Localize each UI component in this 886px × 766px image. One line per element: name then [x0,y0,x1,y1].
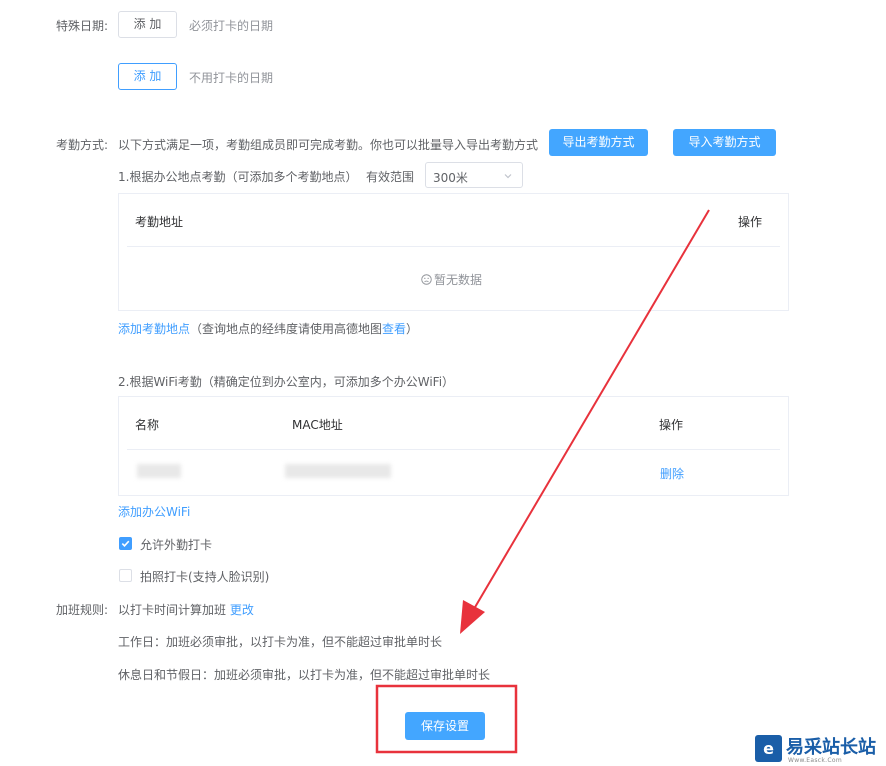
wifi-mac-redacted [285,464,391,478]
office-location-table: 考勤地址 操作 暂无数据 [118,193,789,311]
wifi-title: 2.根据WiFi考勤（精确定位到办公室内，可添加多个办公WiFi） [118,375,455,389]
table-divider [127,449,780,450]
delete-wifi-link[interactable]: 删除 [660,465,684,482]
export-attendance-button[interactable]: 导出考勤方式 [549,129,648,156]
col-address-header: 考勤地址 [135,215,184,229]
special-dates-label: 特殊日期: [56,19,109,33]
required-date-hint: 必须打卡的日期 [189,19,274,33]
photo-punch-label[interactable]: 拍照打卡(支持人脸识别) [140,568,269,585]
overtime-rule: 以打卡时间计算加班 更改 [118,601,254,618]
amap-view-link[interactable]: 查看 [382,322,406,336]
range-label: 有效范围 [366,170,415,184]
col-name-header: 名称 [135,418,160,432]
holiday-rule: 休息日和节假日：加班必须审批，以打卡为准，但不能超过审批单时长 [118,668,491,682]
change-overtime-link[interactable]: 更改 [230,603,254,617]
range-select-value: 300米 [433,171,468,185]
wifi-name-redacted [137,464,181,478]
amap-hint-suffix: ） [406,322,419,336]
add-location-link[interactable]: 添加考勤地点 [118,322,190,336]
watermark-text: 易采站长站 [786,737,876,758]
annotation-arrow-head [460,600,485,634]
exempt-date-hint: 不用打卡的日期 [189,71,274,85]
check-icon [121,540,130,547]
add-required-date-button[interactable]: 添 加 [118,11,177,38]
overtime-rule-text: 以打卡时间计算加班 [118,603,227,617]
workday-rule: 工作日：加班必须审批，以打卡为准，但不能超过审批单时长 [118,635,443,649]
col-action-header: 操作 [738,215,763,229]
overtime-label: 加班规则: [56,603,109,617]
office-location-footer: 添加考勤地点（查询地点的经纬度请使用高德地图查看） [118,320,418,337]
allow-outside-label[interactable]: 允许外勤打卡 [140,536,212,553]
range-select[interactable]: 300米 [425,162,523,188]
attendance-method-description: 以下方式满足一项，考勤组成员即可完成考勤。你也可以批量导入导出考勤方式 [118,138,539,152]
import-attendance-button[interactable]: 导入考勤方式 [673,129,776,156]
wifi-table: 名称 MAC地址 操作 删除 [118,396,789,496]
watermark-sub: Www.Easck.Com [788,757,842,764]
office-location-title: 1.根据办公地点考勤（可添加多个考勤地点） [118,170,358,184]
allow-outside-checkbox[interactable] [119,537,132,550]
col-action-header: 操作 [659,418,684,432]
add-wifi-link[interactable]: 添加办公WiFi [118,503,190,520]
save-settings-button[interactable]: 保存设置 [405,712,485,740]
attendance-method-label: 考勤方式: [56,138,109,152]
table-divider [127,246,780,247]
empty-data-text: 暂无数据 [434,273,483,287]
amap-hint-prefix: （查询地点的经纬度请使用高德地图 [190,322,383,336]
col-mac-header: MAC地址 [292,418,343,432]
sad-face-icon [421,274,432,285]
photo-punch-checkbox[interactable] [119,569,132,582]
chevron-down-icon [504,174,512,179]
watermark-logo-icon: e [755,735,782,762]
add-exempt-date-button[interactable]: 添 加 [118,63,177,90]
watermark: e 易采站长站 Www.Easck.Com [752,733,886,766]
empty-data: 暂无数据 [421,271,482,288]
